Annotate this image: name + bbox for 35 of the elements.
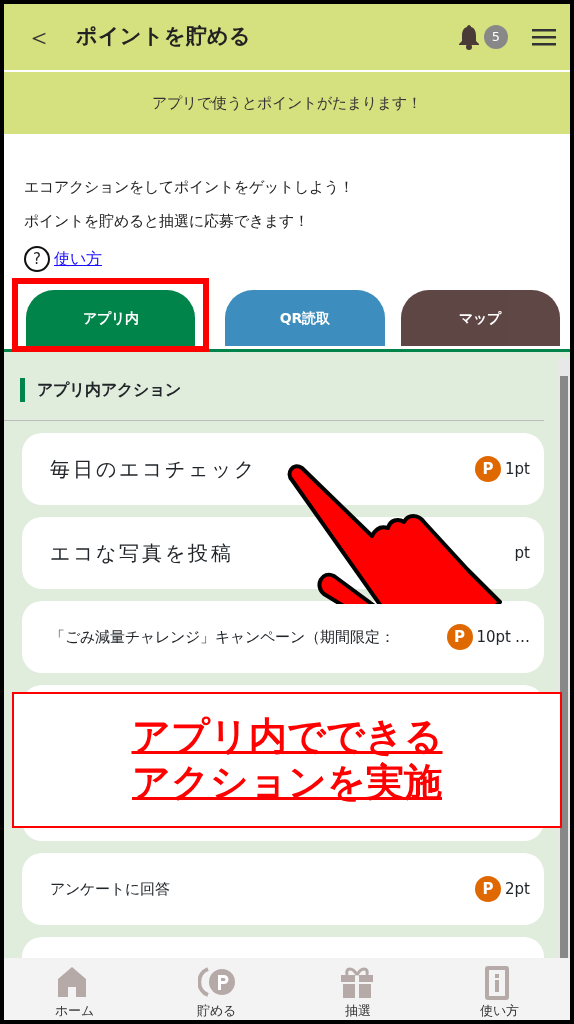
intro-text: エコアクションをしてポイントをゲットしよう！	[24, 178, 354, 196]
points-icon: P	[446, 624, 473, 650]
banner-text: アプリで使うとポイントがたまります！	[4, 72, 570, 134]
points-value: 1pt	[505, 458, 530, 480]
intro-text: ポイントを貯めると抽選に応募できます！	[24, 212, 309, 230]
nav-item[interactable]: ホーム	[55, 964, 95, 1020]
ellipsis-text: …	[515, 626, 530, 648]
section-title: アプリ内アクション	[20, 378, 528, 402]
points-icon: P	[475, 456, 502, 482]
action-card[interactable]: 毎日のエコチェック P 1pt	[22, 433, 544, 505]
action-title: 「ごみ減量チャレンジ」キャンペーン（期間限定：	[50, 626, 396, 648]
tab[interactable]: QR読取	[225, 290, 385, 346]
action-title: アンケートに回答	[50, 878, 171, 900]
help-link[interactable]: 使い方	[54, 242, 102, 276]
menu-icon[interactable]	[532, 28, 556, 46]
points-value: 10pt	[476, 626, 511, 648]
action-card[interactable]: アンケートに回答 P 2pt	[22, 853, 544, 925]
nav-item[interactable]: 使い方	[479, 964, 519, 1020]
points-value: 2pt	[505, 878, 530, 900]
points-icon: P	[475, 876, 502, 902]
page-title: ポイントを貯める	[76, 23, 252, 51]
notification-badge: 5	[484, 25, 508, 49]
action-card[interactable]: 「ごみ減量チャレンジ」キャンペーン（期間限定： P 10pt …	[22, 601, 544, 673]
back-button[interactable]: ＜	[26, 17, 52, 57]
nav-item[interactable]: 貯める	[197, 964, 237, 1020]
callout-text: アクションを実施	[132, 760, 442, 806]
nav-item[interactable]: 抽選	[338, 964, 377, 1020]
tab[interactable]: アプリ内	[26, 290, 196, 346]
bell-icon[interactable]	[458, 24, 480, 50]
points-value: pt	[514, 542, 530, 564]
callout-text: アプリ内でできる	[131, 714, 443, 760]
action-title: 毎日のエコチェック	[50, 456, 258, 483]
action-title: エコな写真を投稿	[50, 540, 235, 567]
help-icon: ?	[24, 246, 50, 272]
tab[interactable]: マップ	[400, 290, 560, 346]
